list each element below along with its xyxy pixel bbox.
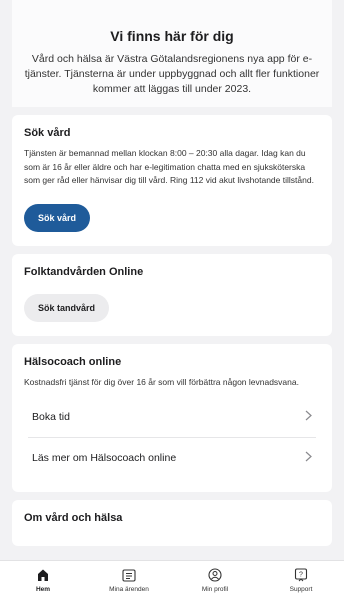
home-icon — [37, 567, 49, 583]
halsocoach-title: Hälsocoach online — [24, 355, 122, 368]
tab-support[interactable]: ? Support — [266, 567, 336, 593]
inbox-icon — [122, 567, 136, 583]
svg-text:?: ? — [299, 572, 303, 579]
tab-hem[interactable]: Hem — [8, 567, 78, 593]
chevron-right-icon — [305, 410, 312, 424]
sok-vard-card: Sök vård Tjänsten är bemannad mellan klo… — [12, 115, 332, 246]
profile-icon — [208, 567, 222, 583]
list-item-label: Boka tid — [32, 411, 70, 423]
tab-label: Mina ärenden — [109, 586, 149, 593]
list-item-label: Läs mer om Hälsocoach online — [32, 452, 177, 464]
support-icon: ? — [294, 567, 308, 583]
sok-vard-button[interactable]: Sök vård — [24, 203, 91, 232]
halsocoach-text: Kostnadsfri tjänst för dig över 16 år so… — [24, 376, 299, 387]
om-vard-card: Om vård och hälsa — [12, 500, 332, 546]
halsocoach-card: Hälsocoach online Kostnadsfri tjänst för… — [12, 343, 332, 492]
halsocoach-list: Boka tid Läs mer om Hälsocoach online — [24, 397, 320, 478]
tab-min-profil[interactable]: Min profil — [180, 567, 250, 593]
om-vard-title: Om vård och hälsa — [24, 512, 123, 524]
welcome-title: Vi finns här för dig — [110, 28, 234, 44]
chevron-right-icon — [305, 451, 312, 465]
boka-tid-row[interactable]: Boka tid — [28, 397, 316, 437]
sok-vard-text: Tjänsten är bemannad mellan klockan 8:00… — [24, 148, 314, 185]
folktandvarden-card: Folktandvården Online Sök tandvård — [12, 253, 332, 336]
bottom-tab-bar: Hem Mina ärenden Min profil ? Support — [0, 560, 344, 606]
welcome-section: Vi finns här för dig Vård och hälsa är V… — [12, 0, 332, 107]
main-scroll-area[interactable]: Vi finns här för dig Vård och hälsa är V… — [0, 0, 344, 560]
folktandvarden-title: Folktandvården Online — [24, 265, 144, 278]
tab-label: Min profil — [201, 586, 229, 593]
tab-label: Support — [289, 586, 313, 593]
las-mer-halsocoach-row[interactable]: Läs mer om Hälsocoach online — [28, 437, 316, 478]
tab-label: Hem — [35, 586, 51, 593]
sok-tandvard-button[interactable]: Sök tandvård — [24, 293, 110, 322]
sok-vard-title: Sök vård — [24, 127, 71, 139]
welcome-text: Vård och hälsa är Västra Götalandsregion… — [24, 53, 320, 95]
tab-mina-arenden[interactable]: Mina ärenden — [94, 567, 164, 593]
